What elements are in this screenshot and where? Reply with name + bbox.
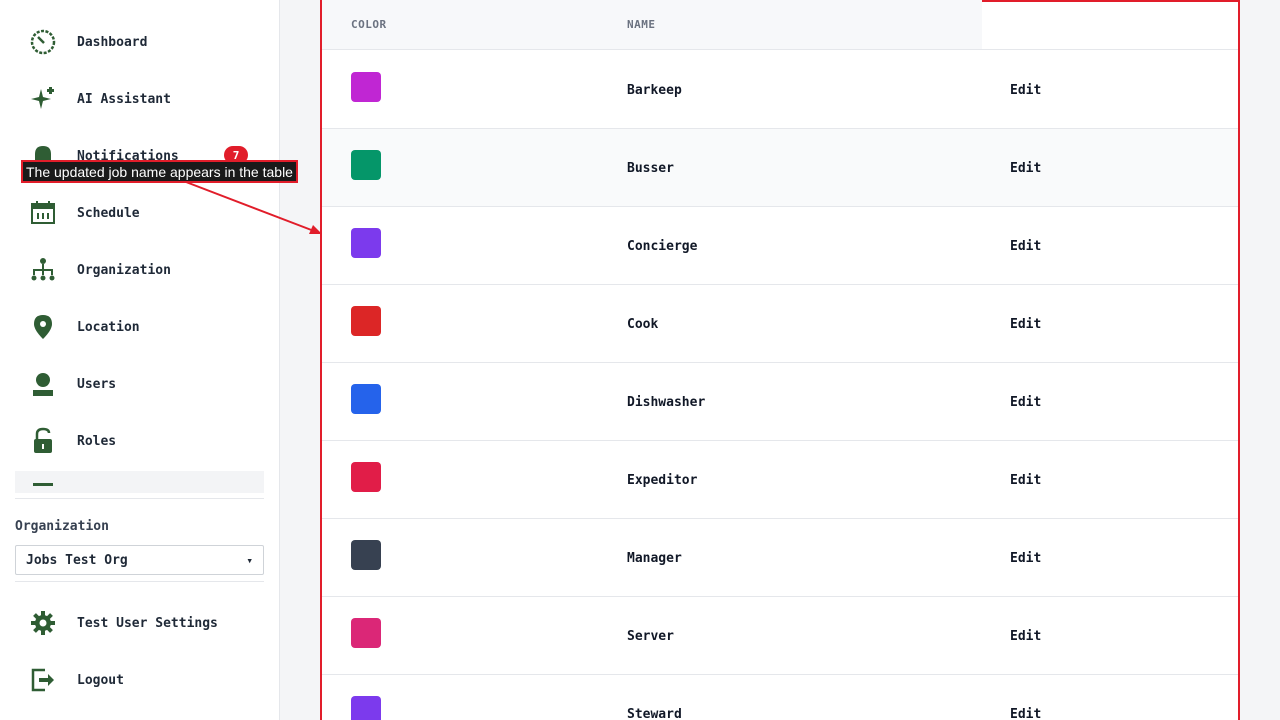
job-color-swatch [351,462,381,492]
edit-job-button[interactable]: Edit [1010,317,1041,332]
edit-job-button[interactable]: Edit [1010,83,1041,98]
column-header-color[interactable]: COLOR [351,18,387,31]
column-header-name[interactable]: NAME [627,18,656,31]
sidebar-item-dashboard[interactable]: Dashboard [15,20,264,64]
edit-job-button[interactable]: Edit [1010,707,1041,720]
edit-job-button[interactable]: Edit [1010,161,1041,176]
sparkle-icon [29,82,63,116]
calendar-icon [29,196,63,230]
job-color-swatch [351,384,381,414]
sidebar-item-label: Roles [77,433,117,449]
location-pin-icon [29,310,63,344]
job-name: Cook [627,317,659,332]
sidebar-item-label: Organization [77,262,171,278]
sidebar-item-label: Users [77,376,117,392]
sidebar-item-roles[interactable]: Roles [15,419,264,463]
sidebar-item-label: Schedule [77,205,140,221]
job-color-swatch [351,306,381,336]
divider [15,581,264,582]
job-color-swatch [351,72,381,102]
organization-label: Organization [15,519,109,534]
table-row: Expeditor Edit [322,441,1238,519]
table-row: Cook Edit [322,285,1238,363]
edit-job-button[interactable]: Edit [1010,629,1041,644]
org-chart-icon [29,253,63,287]
job-name: Busser [627,161,674,176]
unlock-icon [29,424,63,458]
sidebar-item-label: Logout [77,672,124,688]
table-row: Dishwasher Edit [322,363,1238,441]
dashboard-icon [29,25,63,59]
sidebar: Dashboard AI Assistant Notifications 7 S… [0,0,280,720]
sidebar-item-label: Location [77,319,140,335]
logout-icon [29,663,63,697]
job-name: Steward [627,707,682,720]
table-row: Manager Edit [322,519,1238,597]
job-color-swatch [351,618,381,648]
table-row: Steward Edit [322,675,1238,720]
job-name: Manager [627,551,682,566]
sidebar-item-label: Test User Settings [77,615,218,631]
job-name: Dishwasher [627,395,706,410]
table-header-actions [982,0,1238,50]
table-row: Busser Edit [322,129,1238,207]
job-color-swatch [351,540,381,570]
sidebar-item-partial[interactable] [15,471,264,493]
job-color-swatch [351,228,381,258]
sidebar-item-user-settings[interactable]: Test User Settings [15,601,264,645]
sidebar-item-schedule[interactable]: Schedule [15,191,264,235]
user-icon [29,367,63,401]
table-row: Concierge Edit [322,207,1238,285]
chevron-down-icon: ▾ [246,553,253,567]
sidebar-item-ai-assistant[interactable]: AI Assistant [15,77,264,121]
gear-icon [29,606,63,640]
edit-job-button[interactable]: Edit [1010,551,1041,566]
job-name: Server [627,629,674,644]
sidebar-item-organization[interactable]: Organization [15,248,264,292]
table-row: Barkeep Edit [322,51,1238,129]
divider [15,498,264,499]
sidebar-item-label: AI Assistant [77,91,171,107]
job-color-swatch [351,150,381,180]
table-row: Server Edit [322,597,1238,675]
sidebar-item-logout[interactable]: Logout [15,658,264,702]
jobs-table: COLOR NAME Barkeep Edit Busser Edit Concierg… [320,0,1240,720]
job-name: Barkeep [627,83,682,98]
sidebar-item-location[interactable]: Location [15,305,264,349]
organization-select-value: Jobs Test Org [26,552,128,568]
sidebar-item-label: Dashboard [77,34,148,50]
edit-job-button[interactable]: Edit [1010,473,1041,488]
edit-job-button[interactable]: Edit [1010,395,1041,410]
sidebar-item-users[interactable]: Users [15,362,264,406]
organization-select[interactable]: Jobs Test Org ▾ [15,545,264,575]
job-color-swatch [351,696,381,720]
job-name: Expeditor [627,473,698,488]
annotation-callout: The updated job name appears in the tabl… [21,160,298,183]
briefcase-icon [29,478,63,493]
job-name: Concierge [627,239,698,254]
edit-job-button[interactable]: Edit [1010,239,1041,254]
table-header: COLOR NAME [322,0,982,50]
